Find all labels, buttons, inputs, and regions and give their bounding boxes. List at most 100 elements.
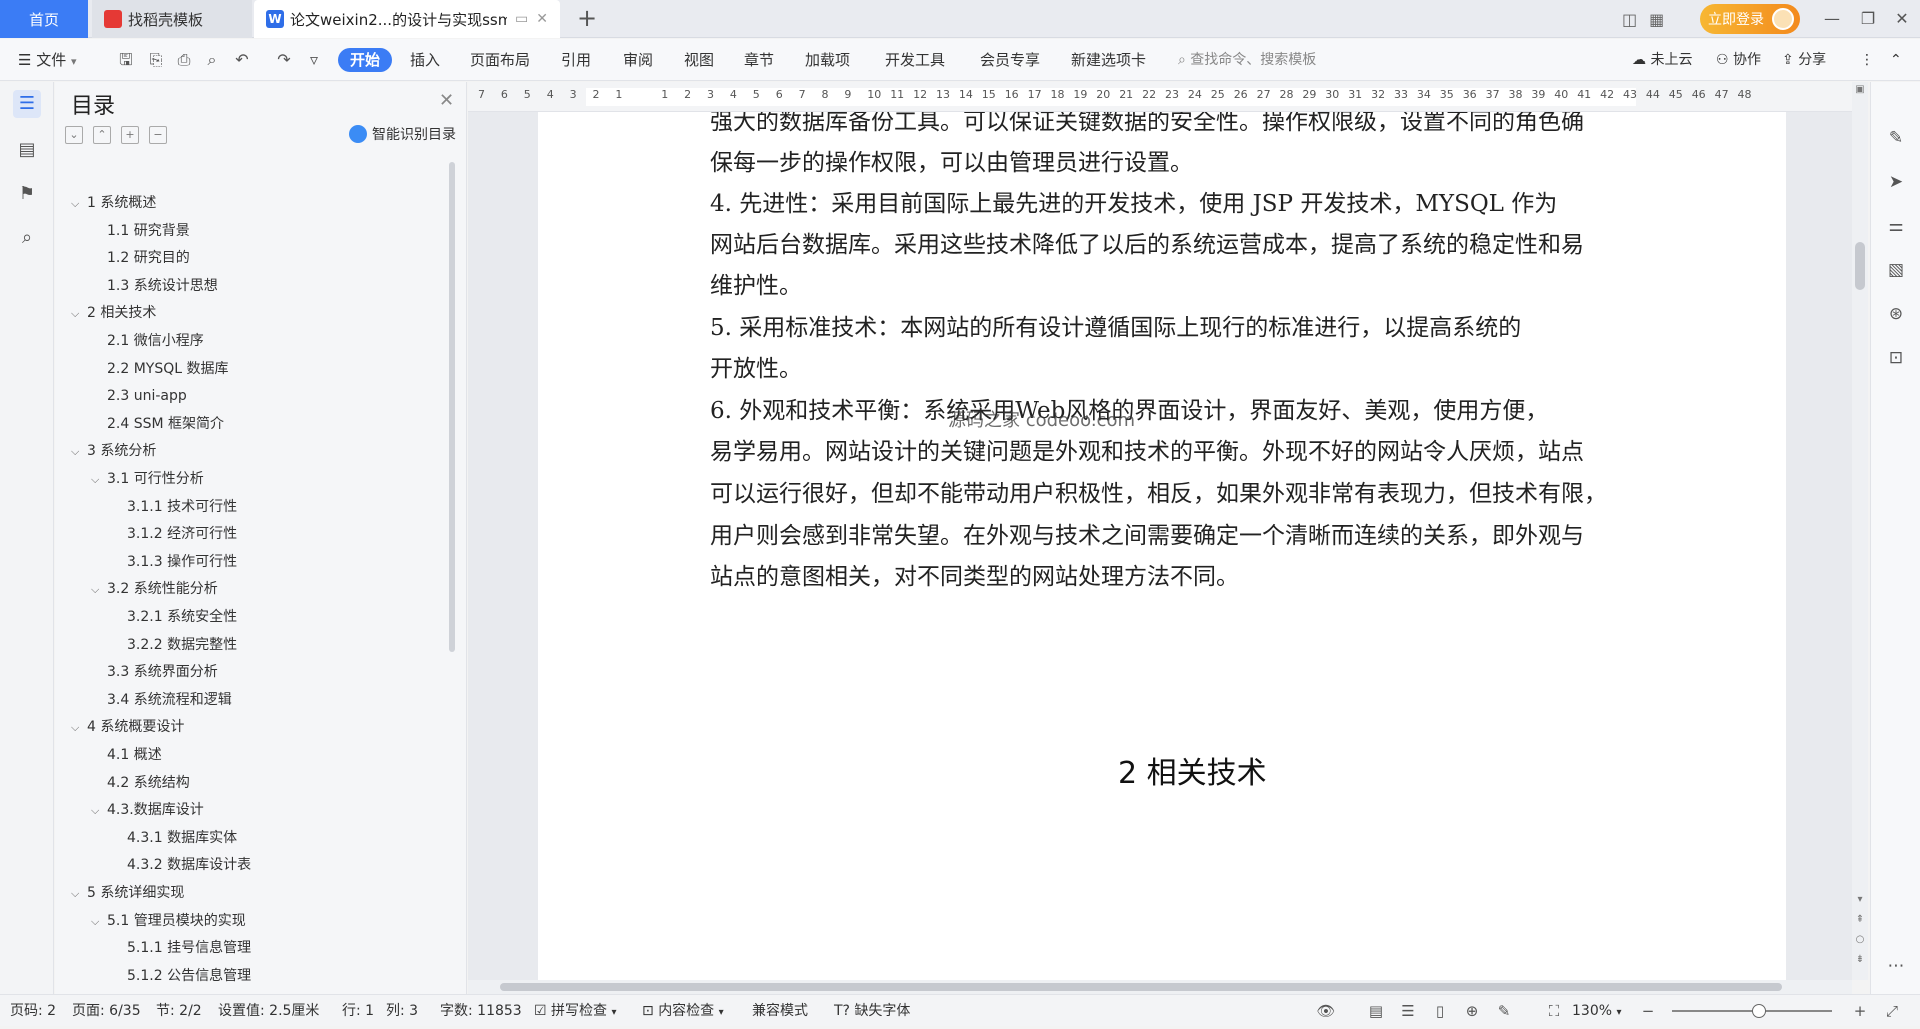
toc-item[interactable]: 1.1 研究背景 (91, 218, 190, 244)
bookmark-icon[interactable]: ⚑ (13, 180, 41, 208)
outline-view-icon[interactable]: ☰ (1398, 1001, 1418, 1021)
toc-item[interactable]: ⌵ 1 系统概述 (71, 190, 156, 216)
compass-icon[interactable]: ⊛ (1884, 302, 1908, 326)
redo-icon[interactable]: ↷ (274, 50, 294, 70)
more-menu-icon[interactable]: ⋮ (1860, 48, 1874, 72)
chevron-down-icon[interactable]: ⌵ (71, 881, 87, 907)
write-view-icon[interactable]: ✎ (1494, 1001, 1514, 1021)
ruler-toggle-icon[interactable]: ▣ (1854, 84, 1866, 96)
toc-item[interactable]: 2.3 uni-app (91, 383, 187, 409)
prev-page-icon[interactable]: ⇞ (1854, 914, 1866, 926)
search-panel-icon[interactable]: ⌕ (13, 224, 41, 252)
tab-page-layout[interactable]: 页面布局 (470, 48, 530, 72)
zoom-slider-knob[interactable] (1752, 1004, 1766, 1018)
status-word-count[interactable]: 字数: 11853 (440, 995, 522, 1027)
tab-references[interactable]: 引用 (561, 48, 591, 72)
tab-developer[interactable]: 开发工具 (885, 48, 945, 72)
toc-item[interactable]: ⌵ 5 系统详细实现 (71, 880, 184, 906)
tab-document[interactable]: W 论文weixin2...的设计与实现ssm ▭ ✕ (254, 0, 560, 38)
page-view-icon[interactable]: ▤ (1366, 1001, 1386, 1021)
toc-item[interactable]: ⌵ 3.1 可行性分析 (91, 466, 204, 492)
toc-item[interactable]: 3.3 系统界面分析 (91, 659, 218, 685)
grid-apps-icon[interactable]: ▦ (1649, 10, 1664, 29)
fit-page-icon[interactable]: ⛶ (1544, 1001, 1564, 1021)
minimize-icon[interactable]: — (1814, 0, 1850, 38)
horizontal-scrollbar[interactable] (468, 980, 1852, 994)
layout-icon[interactable]: ◫ (1622, 10, 1637, 29)
tab-member[interactable]: 会员专享 (980, 48, 1040, 72)
web-view-icon[interactable]: ⊕ (1462, 1001, 1482, 1021)
tab-home[interactable]: 首页 (0, 0, 88, 38)
share-button[interactable]: ⇪ 分享 (1782, 48, 1826, 72)
chapter-nav-icon[interactable]: ▤ (13, 136, 41, 164)
save-icon[interactable]: 🖫 (116, 50, 136, 70)
toc-scrollbar[interactable] (449, 162, 455, 652)
toc-item[interactable]: 5.1.2 公告信息管理 (111, 963, 251, 989)
close-window-icon[interactable]: ✕ (1884, 0, 1920, 38)
restore-icon[interactable]: ❐ (1850, 0, 1886, 38)
new-tab-button[interactable]: + (572, 4, 602, 34)
close-tab-icon[interactable]: ✕ (536, 11, 548, 27)
toc-item[interactable]: 3.1.1 技术可行性 (111, 494, 237, 520)
smart-toc-button[interactable]: 智能识别目录 (349, 124, 456, 144)
content-check-button[interactable]: ⊡ 内容检查 ▾ (642, 995, 724, 1027)
toc-item[interactable]: 2.2 MYSQL 数据库 (91, 356, 229, 382)
toc-icon[interactable]: ☰ (13, 90, 41, 118)
tab-start[interactable]: 开始 (338, 48, 393, 72)
toc-item[interactable]: 4.3.2 数据库设计表 (111, 852, 251, 878)
toc-item[interactable]: 1.2 研究目的 (91, 245, 190, 271)
image-tool-icon[interactable]: ▧ (1884, 258, 1908, 282)
horizontal-scroll-thumb[interactable] (500, 983, 1782, 991)
tab-insert[interactable]: 插入 (410, 48, 440, 72)
more-quick-icon[interactable]: ▿ (304, 50, 324, 70)
toc-item[interactable]: 4.2 系统结构 (91, 770, 190, 796)
fullscreen-icon[interactable]: ⤢ (1882, 1001, 1902, 1021)
cursor-icon[interactable]: ➤ (1884, 170, 1908, 194)
print-preview-icon[interactable]: ⌕ (202, 50, 222, 70)
login-button[interactable]: 立即登录 (1700, 4, 1800, 34)
vertical-scrollbar[interactable]: ▣ ▾ ⇞ ○ ⇟ (1852, 82, 1868, 980)
vertical-scroll-thumb[interactable] (1855, 242, 1865, 290)
chevron-down-icon[interactable]: ⌵ (71, 439, 87, 465)
toc-item[interactable]: 2.1 微信小程序 (91, 328, 204, 354)
toc-item[interactable]: 3.1.3 操作可行性 (111, 549, 237, 575)
remove-level-icon[interactable]: − (149, 126, 167, 144)
tab-view[interactable]: 视图 (684, 48, 714, 72)
undo-icon[interactable]: ↶ (232, 50, 252, 70)
collab-button[interactable]: ⚇ 协作 (1716, 48, 1761, 72)
toc-item[interactable]: 3.1.2 经济可行性 (111, 521, 237, 547)
close-icon[interactable]: ✕ (439, 90, 454, 111)
zoom-level[interactable]: 130% ▾ (1572, 995, 1622, 1027)
tab-addins[interactable]: 加载项 (805, 48, 850, 72)
book-search-icon[interactable]: ⊡ (1884, 346, 1908, 370)
chevron-down-icon[interactable]: ⌵ (71, 301, 87, 327)
toc-item[interactable]: 4.1 概述 (91, 742, 162, 768)
horizontal-ruler[interactable]: 7 6 5 4 3 2 1 1 2 3 4 5 6 7 8 9 10 11 12 13 14 15 16 17 18 19 20 21… (468, 82, 1852, 112)
status-page-code[interactable]: 页码: 2 (10, 995, 56, 1027)
zoom-in-icon[interactable]: + (1850, 1001, 1870, 1021)
tab-review[interactable]: 审阅 (623, 48, 653, 72)
toc-item[interactable]: 2.4 SSM 框架简介 (91, 411, 224, 437)
select-browse-icon[interactable]: ○ (1854, 934, 1866, 946)
chevron-down-icon[interactable]: ⌵ (71, 715, 87, 741)
status-page[interactable]: 页面: 6/35 (72, 995, 141, 1027)
tab-find-templates[interactable]: 找稻壳模板 (92, 0, 252, 38)
toc-item[interactable]: ⌵ 5.1 管理员模块的实现 (91, 908, 246, 934)
chevron-down-icon[interactable]: ⌵ (91, 798, 107, 824)
toc-item[interactable]: 3.4 系统流程和逻辑 (91, 687, 232, 713)
document-canvas[interactable]: 强大的数据库备份工具。可以保证关键数据的安全性。操作权限级，设置不同的角色确 保… (468, 112, 1852, 980)
collapse-icon[interactable]: ⌃ (93, 126, 111, 144)
export-pdf-icon[interactable]: ⎘ (146, 50, 166, 70)
collapse-ribbon-icon[interactable]: ⌃ (1890, 48, 1902, 72)
toc-item[interactable]: ⌵ 3.2 系统性能分析 (91, 576, 218, 602)
add-level-icon[interactable]: + (121, 126, 139, 144)
chevron-down-icon[interactable]: ⌵ (71, 191, 87, 217)
tab-chapter[interactable]: 章节 (744, 48, 774, 72)
scroll-down-icon[interactable]: ▾ (1854, 894, 1866, 906)
command-search[interactable]: ⌕ 查找命令、搜索模板 (1178, 48, 1316, 72)
read-view-icon[interactable]: ▯ (1430, 1001, 1450, 1021)
print-icon[interactable]: ⎙ (174, 50, 194, 70)
file-menu[interactable]: ☰ 文件 ▾ (18, 48, 77, 72)
toc-item[interactable]: ⌵ 3 系统分析 (71, 438, 156, 464)
toc-item[interactable]: 3.2.1 系统安全性 (111, 604, 237, 630)
